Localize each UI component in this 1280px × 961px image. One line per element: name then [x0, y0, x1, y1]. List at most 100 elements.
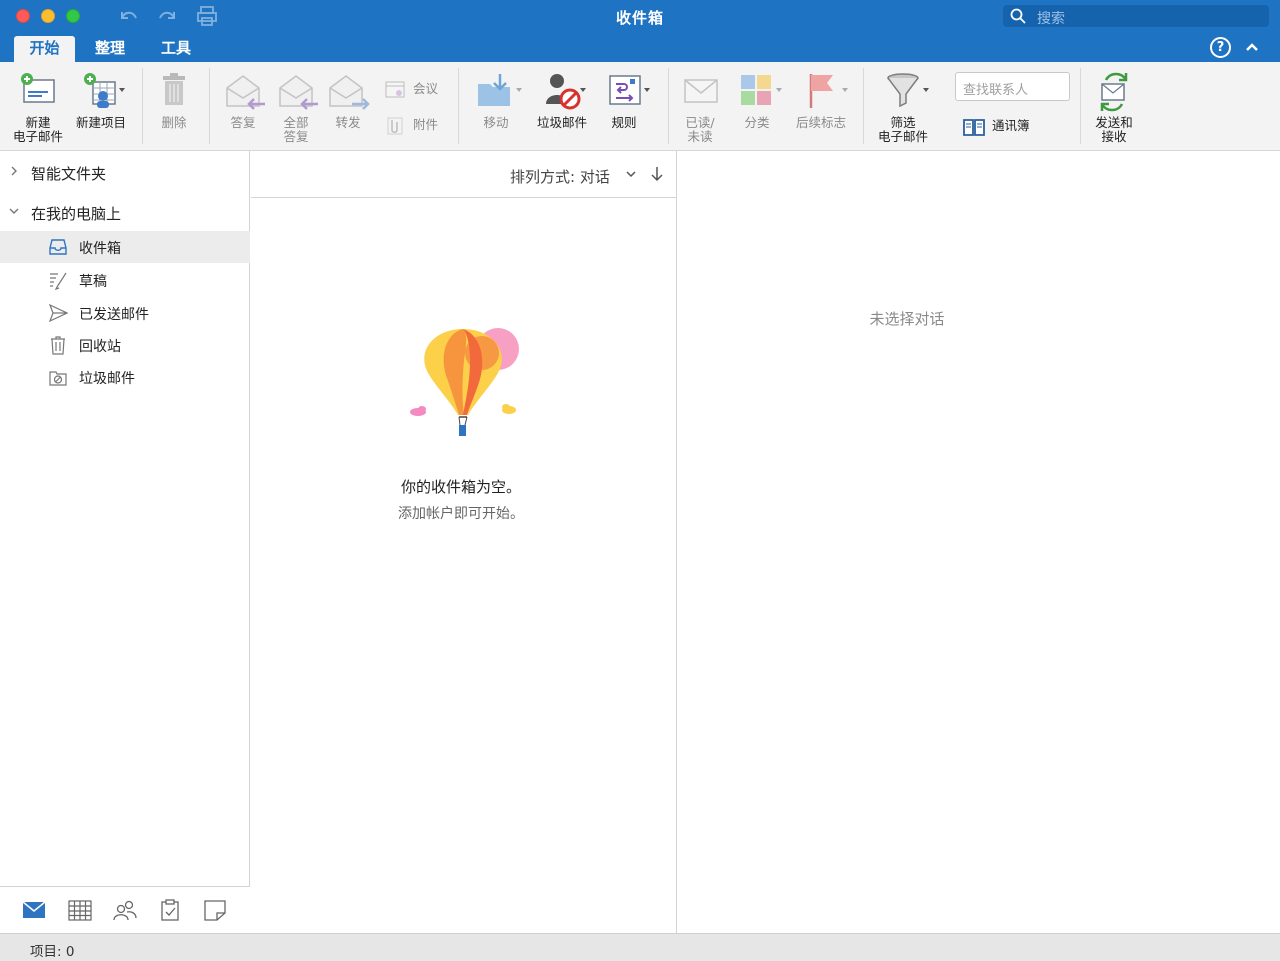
read-unread-button[interactable]: 已读/ 未读 [675, 70, 725, 144]
title-bar: 收件箱 搜索 [0, 0, 1280, 33]
new-email-button[interactable]: 新建 电子邮件 [6, 70, 70, 144]
reading-pane: 未选择对话 [678, 151, 1280, 933]
reply-all-label: 全部 答复 [283, 115, 309, 144]
rules-button[interactable]: 规则 [598, 70, 650, 130]
tasks-icon[interactable] [158, 899, 182, 921]
junk-label: 垃圾邮件 [536, 115, 587, 130]
empty-inbox-title: 你的收件箱为空。 [400, 478, 521, 496]
filter-email-label: 筛选 电子邮件 [877, 115, 928, 144]
help-icon[interactable]: ? [1210, 37, 1231, 58]
forward-icon [329, 75, 370, 110]
new-item-label: 新建项目 [75, 115, 126, 130]
move-dropdown-icon[interactable] [516, 88, 522, 92]
address-book-label: 通讯簿 [992, 118, 1030, 133]
hot-air-balloon-icon [410, 328, 519, 436]
empty-inbox-subtitle: 添加帐户即可开始。 [398, 506, 524, 522]
tab-tools[interactable]: 工具 [150, 36, 202, 62]
read-unread-label: 已读/ 未读 [685, 115, 715, 144]
people-icon[interactable] [113, 899, 137, 921]
mail-icon[interactable] [22, 899, 46, 921]
filter-email-button[interactable]: 筛选 电子邮件 [872, 70, 934, 144]
search-input[interactable]: 搜索 [1003, 5, 1269, 27]
ribbon-tabs: 开始 整理 工具 ? [0, 33, 1280, 62]
send-receive-label: 发送和 接收 [1095, 115, 1133, 144]
module-switcher [0, 886, 250, 933]
search-icon [1010, 8, 1026, 24]
categorize-dropdown-icon[interactable] [776, 88, 782, 92]
search-placeholder: 搜索 [1037, 11, 1065, 27]
folder-label: 垃圾邮件 [79, 371, 135, 387]
junk-folder-icon [49, 371, 67, 386]
chevron-down-icon[interactable] [626, 170, 636, 178]
item-count: 项目: 0 [30, 944, 75, 960]
chevron-down-icon [9, 208, 19, 214]
delete-label: 删除 [161, 115, 187, 130]
reply-label: 答复 [230, 115, 256, 130]
meeting-icon [385, 81, 405, 97]
folder-drafts[interactable]: 草稿 [0, 264, 250, 296]
attachment-label: 附件 [413, 117, 439, 132]
folder-label: 回收站 [79, 339, 121, 355]
no-conversation-selected: 未选择对话 [869, 310, 945, 328]
ribbon: 新建 电子邮件 新建项目 删除 答复 全部 答复 转发 会议 附件 移动 垃圾邮… [0, 62, 1280, 151]
junk-dropdown-icon[interactable] [580, 88, 586, 92]
attachment-button[interactable]: 附件 [385, 114, 438, 135]
reply-all-icon [279, 75, 318, 110]
rules-dropdown-icon[interactable] [644, 88, 650, 92]
status-bar: 项目: 0 [0, 933, 1280, 961]
find-contact-input[interactable]: 查找联系人 [955, 72, 1070, 101]
notes-icon[interactable] [203, 899, 227, 921]
group-label: 在我的电脑上 [31, 205, 122, 223]
send-receive-icon [1100, 72, 1128, 112]
delete-icon [163, 73, 185, 105]
junk-icon [546, 74, 581, 110]
folder-label: 草稿 [79, 274, 107, 290]
move-icon [478, 74, 510, 106]
follow-up-button[interactable]: 后续标志 [790, 70, 852, 130]
address-book-icon [963, 118, 985, 136]
send-receive-button[interactable]: 发送和 接收 [1086, 70, 1142, 144]
categorize-label: 分类 [744, 115, 770, 130]
meeting-button[interactable]: 会议 [385, 78, 438, 99]
inbox-icon [49, 239, 67, 255]
collapse-ribbon-icon[interactable] [1243, 39, 1261, 55]
filter-dropdown-icon[interactable] [923, 88, 929, 92]
group-on-my-computer[interactable]: 在我的电脑上 [0, 198, 250, 228]
forward-label: 转发 [335, 115, 361, 130]
move-label: 移动 [483, 115, 509, 130]
folder-junk[interactable]: 垃圾邮件 [0, 361, 250, 393]
forward-button[interactable]: 转发 [324, 70, 372, 130]
new-item-button[interactable]: 新建项目 [70, 70, 132, 130]
tab-home[interactable]: 开始 [14, 36, 75, 62]
delete-button[interactable]: 删除 [150, 70, 198, 130]
read-unread-icon [684, 79, 718, 103]
message-list: 排列方式: 对话 你的收件箱为空。 添加帐户即可开始。 [251, 151, 677, 933]
chevron-right-icon [11, 166, 17, 176]
folder-inbox[interactable]: 收件箱 [0, 231, 250, 263]
calendar-icon[interactable] [68, 899, 92, 921]
sort-direction-icon[interactable] [651, 166, 663, 182]
move-button[interactable]: 移动 [470, 70, 522, 130]
sort-by-button[interactable]: 排列方式: 对话 [510, 166, 610, 187]
new-item-dropdown-icon[interactable] [119, 88, 125, 92]
folder-sent[interactable]: 已发送邮件 [0, 297, 250, 329]
tab-organize[interactable]: 整理 [84, 36, 136, 62]
folder-trash[interactable]: 回收站 [0, 329, 250, 361]
reply-all-button[interactable]: 全部 答复 [270, 70, 322, 144]
follow-up-dropdown-icon[interactable] [842, 88, 848, 92]
group-label: 智能文件夹 [31, 165, 107, 183]
folder-sidebar: 智能文件夹 在我的电脑上 收件箱 草稿 已发送邮件 回收站 垃圾邮件 [0, 151, 250, 933]
meeting-label: 会议 [413, 81, 439, 96]
categorize-button[interactable]: 分类 [730, 70, 784, 130]
new-email-label: 新建 电子邮件 [12, 115, 63, 144]
folder-label: 已发送邮件 [79, 307, 149, 323]
junk-button[interactable]: 垃圾邮件 [530, 70, 594, 130]
rules-icon [609, 75, 641, 105]
follow-up-label: 后续标志 [795, 115, 846, 130]
group-smart-folders[interactable]: 智能文件夹 [0, 158, 250, 188]
reply-button[interactable]: 答复 [218, 70, 268, 130]
new-item-icon [84, 73, 116, 108]
rules-label: 规则 [611, 115, 637, 130]
address-book-button[interactable]: 通讯簿 [962, 115, 1030, 136]
new-email-icon [21, 73, 55, 103]
